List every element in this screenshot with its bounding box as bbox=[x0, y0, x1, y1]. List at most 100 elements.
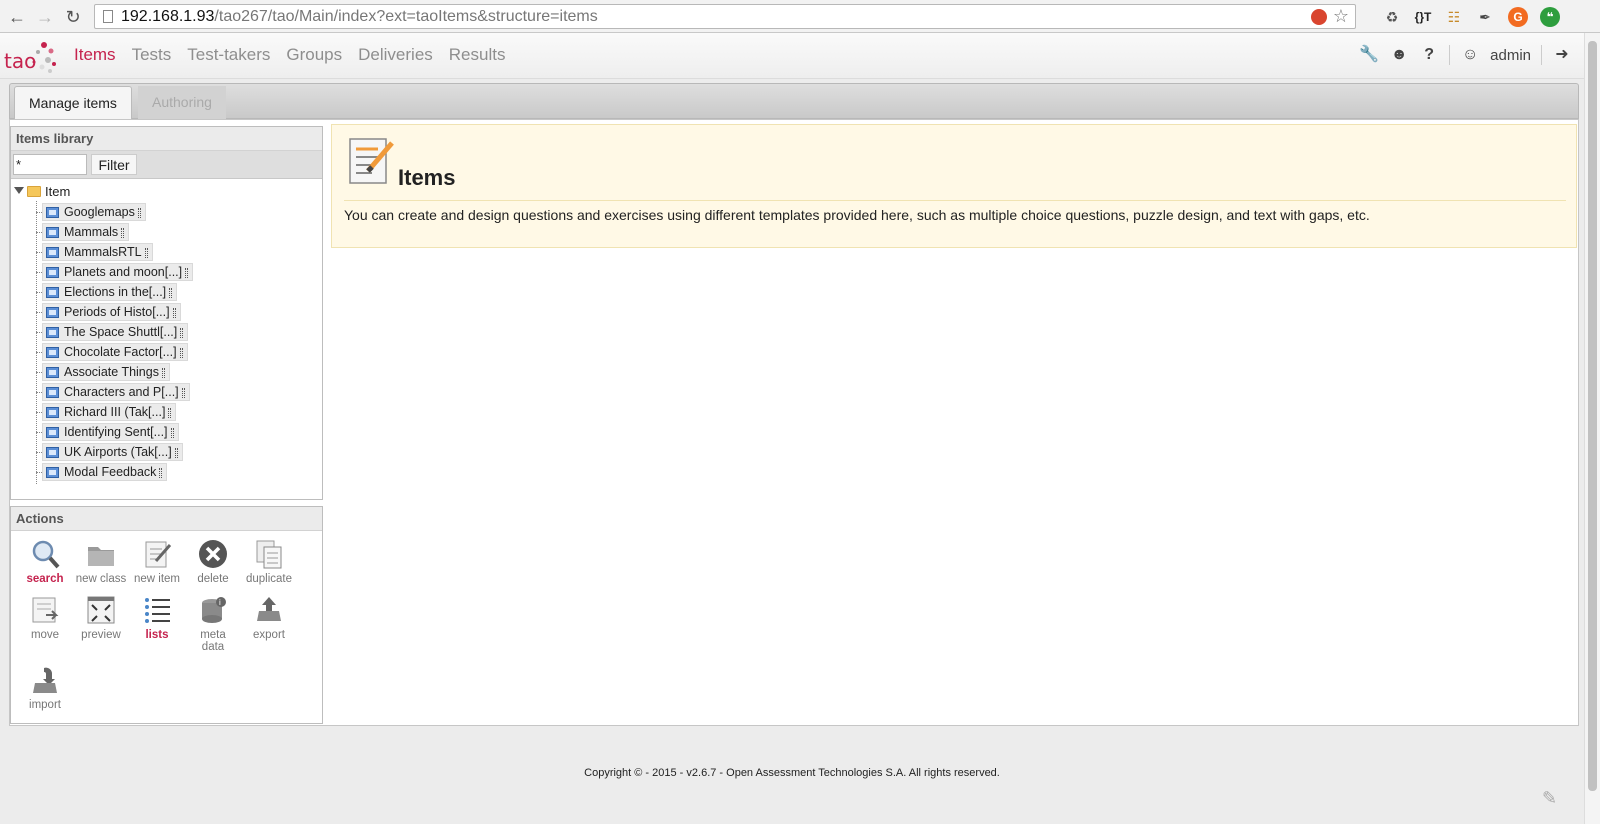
new-class-action[interactable]: new class bbox=[73, 539, 129, 585]
forward-icon[interactable]: → bbox=[34, 6, 56, 28]
address-bar[interactable]: 192.168.1.93/tao267/tao/Main/index?ext=t… bbox=[94, 4, 1356, 29]
tree-item-label[interactable]: Periods of Histo[...] bbox=[64, 305, 170, 319]
delete-action[interactable]: delete bbox=[185, 539, 241, 585]
expand-arrow-icon[interactable] bbox=[14, 187, 24, 194]
preview-action[interactable]: preview bbox=[73, 595, 129, 641]
tree-item-label[interactable]: Elections in the[...] bbox=[64, 285, 166, 299]
tree-item[interactable]: Identifying Sent[...] bbox=[11, 422, 322, 442]
nav-groups[interactable]: Groups bbox=[286, 45, 342, 65]
tree-item[interactable]: Periods of Histo[...] bbox=[11, 302, 322, 322]
lists-action[interactable]: lists bbox=[129, 595, 185, 641]
drag-handle-icon[interactable] bbox=[170, 427, 174, 438]
users-icon[interactable]: ☻ bbox=[1389, 45, 1409, 65]
drag-handle-icon[interactable] bbox=[169, 287, 173, 298]
tree-item[interactable]: MammalsRTL bbox=[11, 242, 322, 262]
tree-item[interactable]: Mammals bbox=[11, 222, 322, 242]
tree-item-label[interactable]: Characters and P[...] bbox=[64, 385, 179, 399]
tree-item[interactable]: The Space Shuttl[...] bbox=[11, 322, 322, 342]
nav-items[interactable]: Items bbox=[74, 45, 116, 65]
tree-item-box[interactable]: Googlemaps bbox=[42, 203, 146, 221]
tree-item[interactable]: Richard III (Tak[...] bbox=[11, 402, 322, 422]
export-action[interactable]: export bbox=[241, 595, 297, 641]
basket-icon[interactable]: ☷ bbox=[1444, 7, 1464, 27]
tree-item-box[interactable]: Chocolate Factor[...] bbox=[42, 343, 188, 361]
tree-item-box[interactable]: Richard III (Tak[...] bbox=[42, 403, 177, 421]
search-action[interactable]: search bbox=[17, 539, 73, 585]
logout-icon[interactable]: ➜ bbox=[1552, 45, 1572, 65]
nav-results[interactable]: Results bbox=[449, 45, 506, 65]
tree-item-box[interactable]: Periods of Histo[...] bbox=[42, 303, 181, 321]
drag-handle-icon[interactable] bbox=[137, 207, 141, 218]
tree-item-label[interactable]: Googlemaps bbox=[64, 205, 135, 219]
adblock-icon[interactable] bbox=[1311, 9, 1327, 25]
tree-item-box[interactable]: Elections in the[...] bbox=[42, 283, 178, 301]
hangouts-icon[interactable]: ❝ bbox=[1540, 7, 1560, 27]
drag-handle-icon[interactable] bbox=[180, 327, 184, 338]
tree-item-box[interactable]: UK Airports (Tak[...] bbox=[42, 443, 183, 461]
back-icon[interactable]: ← bbox=[6, 6, 28, 28]
drag-handle-icon[interactable] bbox=[161, 367, 165, 378]
drag-handle-icon[interactable] bbox=[159, 467, 163, 478]
tree-item-box[interactable]: Modal Feedback bbox=[42, 463, 168, 481]
tree-item-box[interactable]: Associate Things bbox=[42, 363, 170, 381]
filter-button[interactable]: Filter bbox=[91, 154, 137, 175]
tab-manage-items[interactable]: Manage items bbox=[14, 86, 132, 120]
tree-item-label[interactable]: Richard III (Tak[...] bbox=[64, 405, 165, 419]
reload-icon[interactable]: ↻ bbox=[62, 6, 84, 28]
feedback-icon[interactable]: ✎ bbox=[1542, 788, 1566, 812]
tao-logo[interactable]: tao bbox=[4, 37, 60, 75]
tree-root-label[interactable]: Item bbox=[45, 184, 70, 199]
filter-input[interactable]: * bbox=[13, 154, 87, 175]
scrollbar-thumb[interactable] bbox=[1588, 41, 1597, 791]
recycle-icon[interactable]: ♻ bbox=[1382, 7, 1402, 27]
tree-item-label[interactable]: Chocolate Factor[...] bbox=[64, 345, 177, 359]
tree-item-box[interactable]: Characters and P[...] bbox=[42, 383, 190, 401]
nav-deliveries[interactable]: Deliveries bbox=[358, 45, 433, 65]
duplicate-action[interactable]: duplicate bbox=[241, 539, 297, 585]
drag-handle-icon[interactable] bbox=[174, 447, 178, 458]
nav-test-takers[interactable]: Test-takers bbox=[187, 45, 270, 65]
tree-item-box[interactable]: MammalsRTL bbox=[42, 243, 153, 261]
tree-item[interactable]: UK Airports (Tak[...] bbox=[11, 442, 322, 462]
tree-item-label[interactable]: MammalsRTL bbox=[64, 245, 142, 259]
tree-item[interactable]: Planets and moon[...] bbox=[11, 262, 322, 282]
tree-item[interactable]: Googlemaps bbox=[11, 202, 322, 222]
tab-authoring[interactable]: Authoring bbox=[138, 86, 226, 120]
tree-item[interactable]: Associate Things bbox=[11, 362, 322, 382]
page-scrollbar[interactable] bbox=[1584, 33, 1600, 824]
tree-item[interactable]: Characters and P[...] bbox=[11, 382, 322, 402]
tree-root-item[interactable]: Item bbox=[11, 183, 322, 202]
user-name[interactable]: admin bbox=[1490, 47, 1531, 64]
tree-item[interactable]: Elections in the[...] bbox=[11, 282, 322, 302]
url-text[interactable]: 192.168.1.93/tao267/tao/Main/index?ext=t… bbox=[121, 8, 598, 26]
json-viewer-icon[interactable]: {}T bbox=[1413, 7, 1433, 27]
grammarly-icon[interactable]: G bbox=[1508, 7, 1528, 27]
tree-item-label[interactable]: The Space Shuttl[...] bbox=[64, 325, 177, 339]
move-action[interactable]: move bbox=[17, 595, 73, 641]
tree-item-box[interactable]: Planets and moon[...] bbox=[42, 263, 194, 281]
new-item-action[interactable]: new item bbox=[129, 539, 185, 585]
drag-handle-icon[interactable] bbox=[185, 267, 189, 278]
signature-icon[interactable]: ✒ bbox=[1475, 7, 1495, 27]
drag-handle-icon[interactable] bbox=[179, 347, 183, 358]
help-icon[interactable]: ? bbox=[1419, 45, 1439, 65]
tree-item-box[interactable]: Mammals bbox=[42, 223, 130, 241]
tree-item-label[interactable]: Modal Feedback bbox=[64, 465, 156, 479]
tree-item-label[interactable]: Associate Things bbox=[64, 365, 159, 379]
tree-item-box[interactable]: Identifying Sent[...] bbox=[42, 423, 179, 441]
import-action[interactable]: import bbox=[17, 665, 73, 711]
drag-handle-icon[interactable] bbox=[172, 307, 176, 318]
nav-tests[interactable]: Tests bbox=[132, 45, 172, 65]
tree-item-label[interactable]: UK Airports (Tak[...] bbox=[64, 445, 172, 459]
tree-item[interactable]: Chocolate Factor[...] bbox=[11, 342, 322, 362]
tree-item-label[interactable]: Identifying Sent[...] bbox=[64, 425, 168, 439]
meta-data-action[interactable]: i meta data bbox=[185, 595, 241, 653]
drag-handle-icon[interactable] bbox=[144, 247, 148, 258]
tree-item-label[interactable]: Mammals bbox=[64, 225, 118, 239]
drag-handle-icon[interactable] bbox=[121, 227, 125, 238]
drag-handle-icon[interactable] bbox=[181, 387, 185, 398]
bookmark-star-icon[interactable]: ☆ bbox=[1333, 6, 1349, 27]
tree-item-box[interactable]: The Space Shuttl[...] bbox=[42, 323, 189, 341]
wrench-icon[interactable]: 🔧 bbox=[1359, 45, 1379, 65]
drag-handle-icon[interactable] bbox=[168, 407, 172, 418]
